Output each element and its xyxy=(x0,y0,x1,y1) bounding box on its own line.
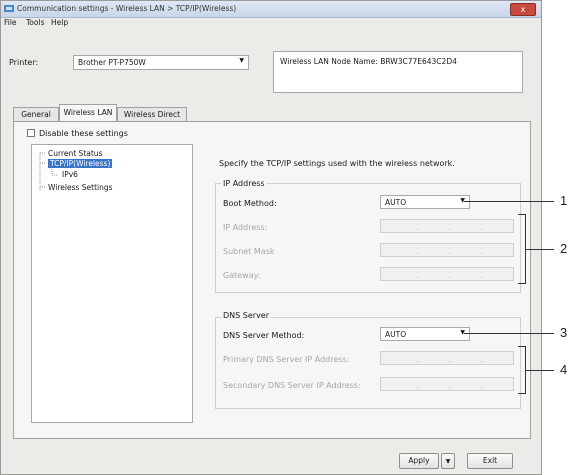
secondary-dns-field[interactable]: ... xyxy=(380,377,514,391)
menu-tools[interactable]: Tools xyxy=(26,18,44,27)
exit-button[interactable]: Exit xyxy=(467,453,513,469)
window-title: Communication settings - Wireless LAN > … xyxy=(17,4,237,13)
settings-tree: Current Status TCP/IP(Wireless) IPv6 Wir… xyxy=(31,144,193,423)
description-text: Specify the TCP/IP settings used with th… xyxy=(219,159,455,168)
tree-item-wireless-settings[interactable]: Wireless Settings xyxy=(48,183,113,192)
chevron-down-icon: ▼ xyxy=(445,458,451,465)
tree-item-tcpip-wireless[interactable]: TCP/IP(Wireless) xyxy=(48,159,113,168)
boot-method-label: Boot Method: xyxy=(223,199,277,208)
apply-dropdown-button[interactable]: ▼ xyxy=(441,453,455,469)
app-icon xyxy=(4,5,14,12)
callout-line-2 xyxy=(526,249,554,250)
callout-bracket-2 xyxy=(518,214,526,284)
boot-method-select[interactable]: AUTO ▼ xyxy=(380,195,470,209)
ip-address-group-title: IP Address xyxy=(221,179,267,188)
menu-file[interactable]: File xyxy=(4,18,17,27)
chevron-down-icon: ▼ xyxy=(239,57,244,64)
close-button[interactable]: x xyxy=(510,3,536,16)
menu-help[interactable]: Help xyxy=(51,18,68,27)
communication-settings-window: Communication settings - Wireless LAN > … xyxy=(0,0,542,475)
gateway-label: Gateway: xyxy=(223,271,261,280)
dns-method-label: DNS Server Method: xyxy=(223,331,305,340)
callout-2: 2 xyxy=(560,241,568,256)
boot-method-value: AUTO xyxy=(385,198,407,207)
callout-4: 4 xyxy=(560,362,568,377)
subnet-mask-field[interactable]: ... xyxy=(380,243,514,257)
title-bar: Communication settings - Wireless LAN > … xyxy=(1,1,541,18)
primary-dns-field[interactable]: ... xyxy=(380,351,514,365)
disable-settings-checkbox[interactable] xyxy=(27,129,35,137)
node-name-text: Wireless LAN Node Name: BRW3C77E643C2D4 xyxy=(280,57,457,66)
apply-button[interactable]: Apply xyxy=(399,453,439,469)
tab-wireless-direct[interactable]: Wireless Direct xyxy=(117,107,187,121)
tab-wireless-lan[interactable]: Wireless LAN xyxy=(59,104,117,122)
ip-address-field[interactable]: ... xyxy=(380,219,514,233)
ip-address-label: IP Address: xyxy=(223,223,268,232)
printer-value: Brother PT-P750W xyxy=(78,58,146,67)
gateway-field[interactable]: ... xyxy=(380,267,514,281)
callout-line-3 xyxy=(464,333,554,334)
secondary-dns-label: Secondary DNS Server IP Address: xyxy=(223,381,361,390)
dns-server-group-title: DNS Server xyxy=(221,311,271,320)
callout-line-1 xyxy=(464,201,554,202)
primary-dns-label: Primary DNS Server IP Address: xyxy=(223,355,350,364)
dns-method-value: AUTO xyxy=(385,330,407,339)
printer-label: Printer: xyxy=(9,58,39,67)
callout-bracket-4 xyxy=(518,346,526,394)
disable-settings-label: Disable these settings xyxy=(39,129,128,138)
printer-select[interactable]: Brother PT-P750W ▼ xyxy=(73,55,249,70)
node-name-box: Wireless LAN Node Name: BRW3C77E643C2D4 xyxy=(273,51,523,93)
tab-general[interactable]: General xyxy=(13,107,59,121)
tree-item-ipv6[interactable]: IPv6 xyxy=(62,170,78,179)
dns-method-select[interactable]: AUTO ▼ xyxy=(380,327,470,341)
callout-3: 3 xyxy=(560,325,568,340)
tree-item-current-status[interactable]: Current Status xyxy=(48,149,102,158)
callout-line-4 xyxy=(526,370,554,371)
menu-bar: File Tools Help xyxy=(1,18,541,29)
subnet-mask-label: Subnet Mask xyxy=(223,247,275,256)
callout-1: 1 xyxy=(560,193,568,208)
